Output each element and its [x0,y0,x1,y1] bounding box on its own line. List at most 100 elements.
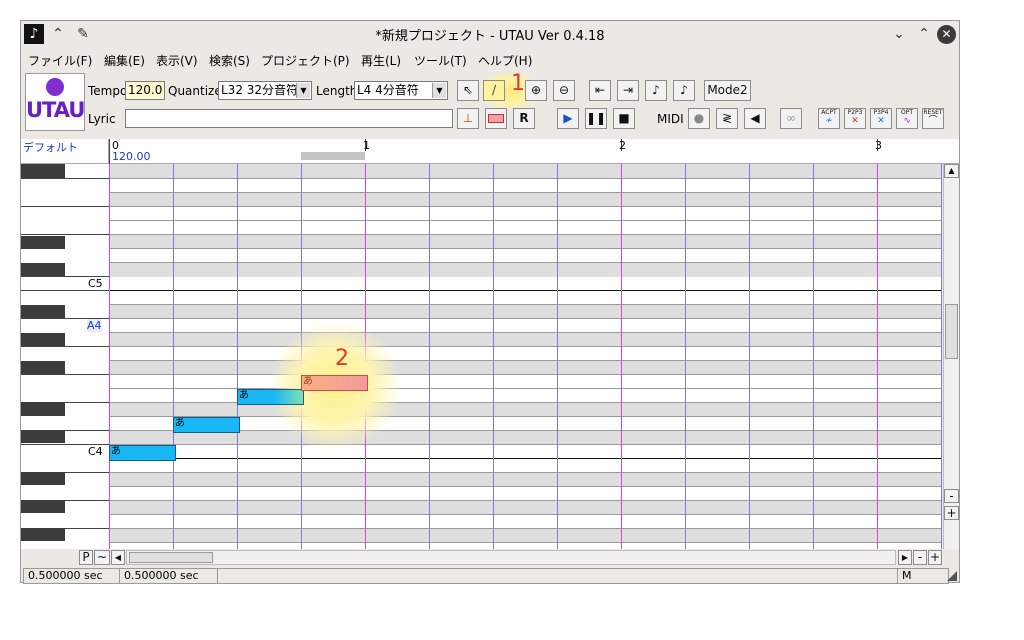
midi-label: MIDI [657,112,684,126]
quantize-select[interactable]: L32 32分音符 ▼ [218,81,312,100]
plugin-reset-label: RESET [923,109,943,116]
horizontal-scroll-row: P ~ ◀ ▶ - + [21,549,959,567]
note-f4-selected[interactable]: あ [301,375,368,391]
plugin-acpt-button[interactable]: ACPT ≁ [818,108,840,129]
quantize-value: L32 32分音符 [221,83,299,97]
zoom-in-button[interactable]: ⊕ [525,80,547,101]
measure-line-0 [109,139,110,164]
status-bar: 0.500000 sec 0.500000 sec M [21,567,959,584]
select-tool-button[interactable]: ⇖ [457,80,479,101]
mode2-button[interactable]: Mode2 [704,80,751,101]
note-e4[interactable]: あ [237,389,304,405]
midi-record-button[interactable]: ● [688,108,710,129]
plugin-reset-button[interactable]: RESET ⌒ [922,108,944,129]
menu-project[interactable]: プロジェクト(P) [261,52,350,69]
speaker-button[interactable]: ◀ [744,108,766,129]
key-label-c5: C5 [88,277,103,290]
track-name: デフォルト [23,141,78,154]
play-button[interactable]: ▶ [557,108,579,129]
midi-input-button[interactable]: ≷ [716,108,738,129]
rest-button[interactable]: R [513,108,535,129]
note-block-icon [488,114,504,123]
note-right-icon: ♪ [680,83,688,97]
scroll-thumb[interactable] [945,304,958,359]
plugin-p2p3-label: P2P3 [847,109,863,116]
envelope-button[interactable]: ~ [94,550,110,565]
close-icon[interactable]: ✕ [937,25,956,44]
logo-mascot-icon [46,78,64,96]
selection-range [301,152,365,160]
tempo-input[interactable]: 120.0 [125,81,165,100]
pitch-button[interactable]: P [79,550,93,565]
arrow-right-icon: ▶ [901,553,909,562]
pause-icon: ❚❚ [586,111,607,125]
zoom-h-minus-button[interactable]: - [913,550,927,565]
vertical-scrollbar[interactable]: ▲ - + [943,164,959,549]
add-note-button[interactable] [485,108,507,129]
grid-lines [109,164,942,549]
link-icon: ∞ [786,111,796,125]
zoom-h-plus-button[interactable]: + [928,550,942,565]
stop-icon: ■ [618,111,630,125]
prev-note-button[interactable]: ♪ [645,80,667,101]
horizontal-scrollbar[interactable] [126,550,896,565]
menu-tools[interactable]: ツール(T) [414,52,467,69]
length-select[interactable]: L4 4分音符 ▼ [354,81,448,100]
resize-grip-icon[interactable] [947,571,957,581]
scroll-up-button[interactable]: ▲ [944,164,959,178]
wave-icon: ∿ [903,116,911,126]
length-value: L4 4分音符 [357,83,419,97]
go-end-button[interactable]: ⇥ [617,80,639,101]
loop-button[interactable]: ∞ [780,108,802,129]
status-selection-time: 0.500000 sec [119,568,221,584]
scroll-right-button[interactable]: ▶ [898,550,912,565]
menu-file[interactable]: ファイル(F) [28,52,92,69]
menu-edit[interactable]: 編集(E) [104,52,145,69]
scroll-left-button[interactable]: ◀ [111,550,125,565]
pencil-icon: / [491,83,497,97]
insert-icon: ⊥ [462,111,474,125]
length-label: Length [316,84,358,98]
zoom-v-minus-button[interactable]: - [944,489,959,503]
note-c4[interactable]: あ [109,445,176,461]
menu-search[interactable]: 検索(S) [209,52,250,69]
plugin-opt-button[interactable]: OPT ∿ [896,108,918,129]
next-note-button[interactable]: ♪ [673,80,695,101]
plugin-acpt-label: ACPT [821,109,837,116]
curve-icon: ≁ [825,116,833,126]
pencil-tool-button[interactable]: / [483,80,505,101]
insert-note-button[interactable]: ⊥ [457,108,479,129]
menu-play[interactable]: 再生(L) [361,52,401,69]
utau-logo: UTAU [25,73,85,131]
plugin-p3p4-button[interactable]: P3P4 ✕ [870,108,892,129]
zoom-out-icon: ⊖ [558,83,570,97]
play-icon: ▶ [563,111,573,125]
menu-help[interactable]: ヘルプ(H) [478,52,532,69]
menu-view[interactable]: 表示(V) [156,52,198,69]
plugin-p2p3-button[interactable]: P2P3 ✕ [844,108,866,129]
stop-button[interactable]: ■ [613,108,635,129]
lyric-input[interactable] [125,109,453,128]
maximize-icon[interactable]: ⌃ [914,23,934,45]
logo-text: UTAU [26,98,85,122]
pause-button[interactable]: ❚❚ [585,108,607,129]
go-start-button[interactable]: ⇤ [589,80,611,101]
note-d4[interactable]: あ [173,417,240,433]
piano-keyboard[interactable]: C5 A4 C4 [21,164,109,549]
quantize-label: Quantize [168,84,222,98]
timeline-ruler[interactable]: 0 120.00 1 2 3 [109,139,959,164]
rest-icon: R [519,111,529,125]
zoom-in-icon: ⊕ [530,83,542,97]
zoom-v-plus-button[interactable]: + [944,506,959,520]
piano-roll-grid[interactable]: あ あ あ あ 2 [109,164,942,549]
tempo-marker[interactable]: 120.00 [112,150,151,163]
tempo-label: Tempo [88,84,128,98]
zoom-out-button[interactable]: ⊖ [553,80,575,101]
arrow-up-icon: ▲ [948,166,955,175]
status-message [217,568,901,584]
h-scroll-thumb[interactable] [129,552,213,563]
plugin-p3p4-label: P3P4 [873,109,889,116]
window-title: *新規プロジェクト - UTAU Ver 0.4.18 [375,29,605,44]
midi-wave-icon: ≷ [721,111,733,125]
minimize-icon[interactable]: ⌄ [889,23,909,45]
